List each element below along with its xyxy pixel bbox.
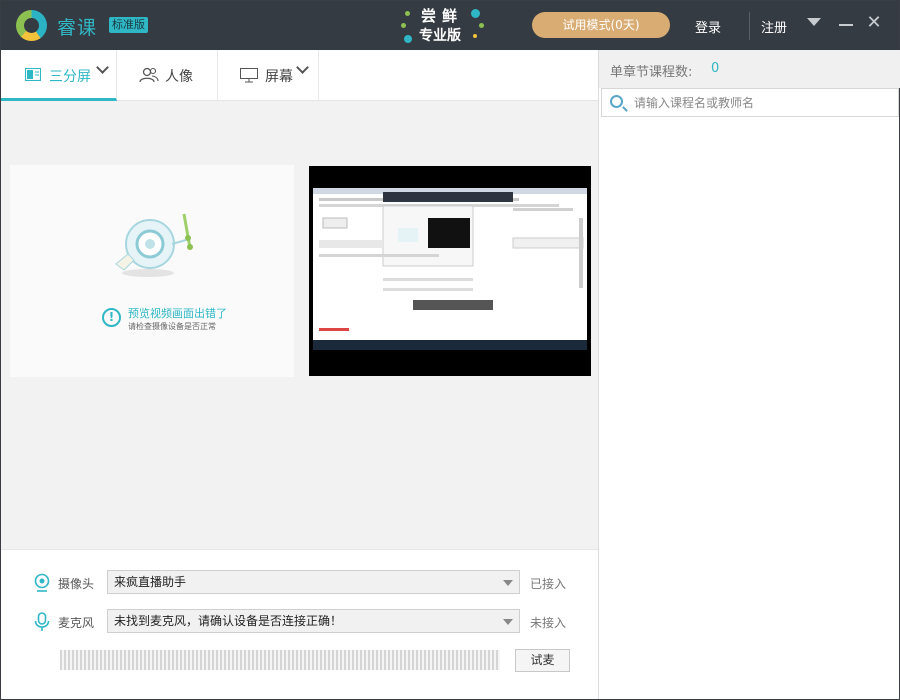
promo-line2: 专业版 bbox=[419, 28, 461, 44]
camera-status: 已接入 bbox=[530, 577, 567, 591]
screen-preview bbox=[309, 166, 591, 376]
tab-label: 人像 bbox=[165, 69, 193, 85]
app-window: 睿课 标准版 尝鲜 专业版 试用模式(0天) 登录 注册 ✕ 三分屏 人像 屏幕… bbox=[0, 0, 900, 700]
camera-icon bbox=[34, 573, 50, 592]
login-link[interactable]: 登录 bbox=[695, 17, 721, 36]
layout-icon bbox=[25, 68, 41, 81]
tab-label: 屏幕 bbox=[265, 69, 293, 85]
microphone-row: 麦克风 未找到麦克风，请确认设备是否连接正确！ 未接入 bbox=[1, 609, 598, 635]
course-count-header: 单章节课程数: 0 bbox=[599, 50, 900, 88]
warning-icon: ! bbox=[102, 308, 121, 327]
chevron-down-icon bbox=[503, 619, 513, 625]
screen-capture-thumbnail bbox=[313, 188, 587, 348]
tab-portrait[interactable]: 人像 bbox=[117, 50, 218, 101]
promo-dot-icon bbox=[473, 34, 477, 38]
promo-line1: 尝鲜 bbox=[421, 7, 464, 25]
minimize-icon[interactable] bbox=[839, 24, 853, 26]
register-link[interactable]: 注册 bbox=[761, 17, 787, 36]
app-name: 睿课 bbox=[57, 17, 98, 39]
course-count-label: 单章节课程数: bbox=[610, 65, 693, 80]
monitor-icon bbox=[240, 68, 258, 83]
promo-dot-icon bbox=[404, 35, 412, 43]
camera-select[interactable]: 来疯直播助手 bbox=[107, 570, 520, 594]
webcam-illustration-icon bbox=[115, 213, 193, 277]
promo-dot-icon bbox=[405, 11, 410, 16]
camera-row: 摄像头 来疯直播助手 已接入 bbox=[1, 570, 598, 596]
promo-dot-icon bbox=[401, 23, 406, 28]
person-icon bbox=[139, 67, 159, 83]
course-count-value: 0 bbox=[711, 61, 720, 76]
device-settings: 摄像头 来疯直播助手 已接入 麦克风 未找到麦克风，请确认设备是否连接正确！ 未… bbox=[1, 549, 598, 699]
preview-area: ! 预览视频画面出错了 请检查摄像设备是否正常 bbox=[1, 101, 598, 549]
camera-label: 摄像头 bbox=[58, 577, 95, 591]
microphone-select[interactable]: 未找到麦克风，请确认设备是否连接正确！ bbox=[107, 609, 520, 633]
microphone-status: 未接入 bbox=[530, 616, 567, 630]
mode-tabbar: 三分屏 人像 屏幕 bbox=[1, 50, 598, 101]
title-bar[interactable]: 睿课 标准版 尝鲜 专业版 试用模式(0天) 登录 注册 ✕ bbox=[1, 1, 899, 50]
course-search-box[interactable] bbox=[601, 88, 899, 117]
course-panel: 单章节课程数: 0 bbox=[598, 50, 900, 699]
microphone-icon bbox=[34, 612, 50, 631]
title-divider bbox=[749, 12, 750, 40]
camera-preview: ! 预览视频画面出错了 请检查摄像设备是否正常 bbox=[10, 165, 294, 377]
chevron-down-icon[interactable] bbox=[296, 61, 309, 74]
trial-mode-button[interactable]: 试用模式(0天) bbox=[532, 12, 670, 38]
course-search-input[interactable] bbox=[634, 93, 884, 113]
preview-error-subtitle: 请检查摄像设备是否正常 bbox=[128, 322, 216, 331]
screen-taskbar bbox=[313, 340, 587, 350]
chevron-down-icon bbox=[503, 580, 513, 586]
microphone-select-value: 未找到麦克风，请确认设备是否连接正确！ bbox=[114, 614, 343, 628]
menu-dropdown-icon[interactable] bbox=[807, 18, 821, 26]
app-logo-icon bbox=[16, 10, 47, 41]
microphone-label: 麦克风 bbox=[58, 616, 95, 630]
chevron-down-icon[interactable] bbox=[96, 61, 109, 74]
screen-capture-image bbox=[313, 188, 587, 331]
close-icon[interactable]: ✕ bbox=[866, 14, 882, 32]
tab-label: 三分屏 bbox=[49, 69, 91, 85]
search-icon bbox=[610, 95, 623, 108]
preview-error-title: 预览视频画面出错了 bbox=[128, 307, 227, 320]
edition-badge: 标准版 bbox=[109, 17, 148, 33]
test-mic-button[interactable]: 试麦 bbox=[515, 649, 570, 672]
promo-dot-icon bbox=[479, 23, 484, 28]
camera-select-value: 来疯直播助手 bbox=[114, 575, 187, 589]
left-panel: 三分屏 人像 屏幕 ! 预览视频画面出错了 请检查摄像设备是否正常 摄像头 来疯… bbox=[1, 50, 598, 699]
microphone-level-meter bbox=[60, 650, 500, 670]
tab-three-split[interactable]: 三分屏 bbox=[1, 50, 117, 101]
tab-screen[interactable]: 屏幕 bbox=[218, 50, 319, 101]
promo-dot-icon bbox=[471, 9, 480, 18]
pro-edition-promo[interactable]: 尝鲜 专业版 bbox=[399, 3, 487, 47]
